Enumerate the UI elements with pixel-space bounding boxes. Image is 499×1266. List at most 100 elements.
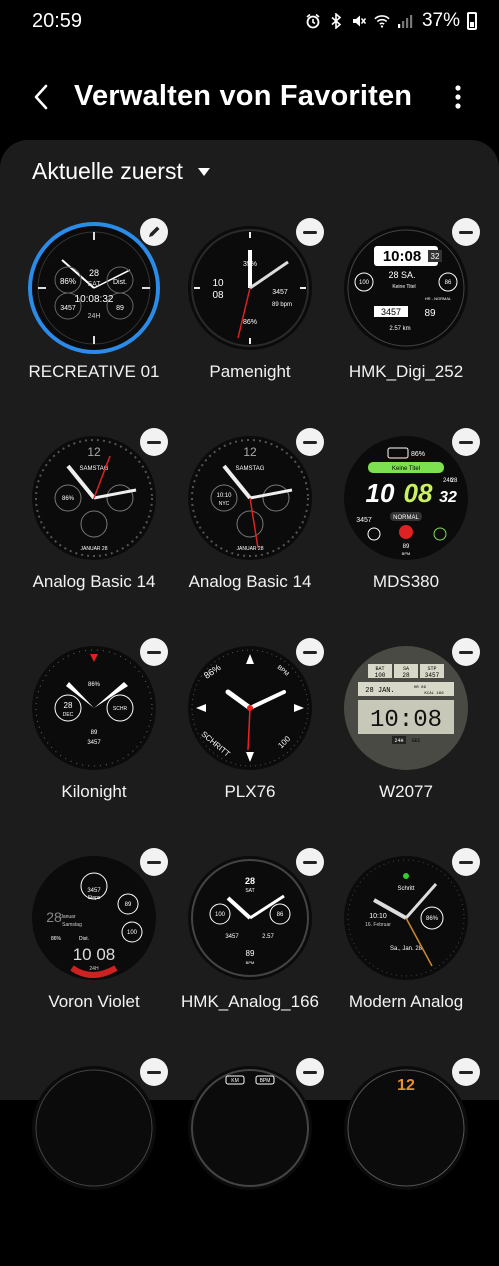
remove-button[interactable]	[452, 638, 480, 666]
face-text: Keine Titel	[392, 284, 415, 290]
remove-button[interactable]	[452, 1058, 480, 1086]
face-text: 28	[451, 478, 458, 484]
face-text: 3457	[425, 672, 440, 679]
minus-icon	[147, 860, 161, 864]
watch-face-name: PLX76	[224, 782, 276, 801]
face-text: 24H	[394, 738, 403, 744]
face-text: 100	[375, 672, 386, 679]
remove-button[interactable]	[140, 638, 168, 666]
more-vertical-icon	[455, 85, 461, 109]
watch-face-preview[interactable]: 12	[344, 1066, 468, 1190]
watch-face-preview[interactable]: 35% 10 08 3457 89 bpm 86%	[188, 226, 312, 350]
minus-icon	[147, 1070, 161, 1074]
watch-face-tile[interactable]: Schritt 10:10 16. Februar 86% Sa., Jan. …	[328, 848, 484, 1056]
watch-face-tile[interactable]: 12 SAMSTAG 10:10 NYC JANUAR 28 Analog Ba…	[172, 428, 328, 636]
minus-icon	[459, 860, 473, 864]
battery-icon	[467, 12, 477, 30]
face-text: 10:08:32	[75, 294, 114, 305]
sort-dropdown[interactable]: Aktuelle zuerst	[32, 158, 211, 185]
watch-face-preview[interactable]: 28 SAT 100 86 3457 2.57 89 BPM	[188, 856, 312, 980]
face-text: Keine Titel	[392, 466, 420, 472]
face-text: 32	[431, 252, 440, 261]
remove-button[interactable]	[452, 428, 480, 456]
face-text: 28 JAN.	[365, 687, 394, 695]
face-text: 2.57 km	[389, 326, 410, 332]
status-bar: 20:59 37%	[0, 0, 499, 44]
remove-button[interactable]	[140, 1058, 168, 1086]
face-text: JANUAR 28	[237, 546, 264, 552]
face-text: 89	[116, 305, 124, 312]
remove-button[interactable]	[140, 848, 168, 876]
face-text: NYC	[219, 501, 230, 507]
watch-face-preview[interactable]: 3457 Steps Januar 28 Samstag 89 86% Dist…	[32, 856, 156, 980]
more-options-button[interactable]	[444, 82, 472, 112]
face-text: HR 89	[414, 686, 427, 690]
face-text: 35%	[243, 261, 257, 268]
watch-face-tile[interactable]: 28 SAT 100 86 3457 2.57 89 BPM HMK_Analo…	[172, 848, 328, 1056]
watch-face-tile[interactable]: 86% Keine Titel 10 08 32 24h 28 3457 NOR…	[328, 428, 484, 636]
watch-face-tile[interactable]: 86% 28 DEC SCHR 89 3457 Kilonight	[16, 638, 172, 846]
face-text: 86%	[60, 277, 76, 286]
face-text: 3457	[272, 289, 288, 296]
watch-face-tile[interactable]: BAT 100 SA 28 STP 3457 28 JAN. HR 89 KCA…	[328, 638, 484, 846]
remove-button[interactable]	[296, 1058, 324, 1086]
face-text: SCHR	[113, 706, 128, 712]
watch-face-tile[interactable]: 12 SAMSTAG 86% JANUAR 28 Analog Basic 14	[16, 428, 172, 636]
face-text: SCHRITT	[199, 729, 231, 758]
face-text: 3457	[381, 307, 401, 317]
face-text: 32	[439, 489, 457, 506]
watch-face-preview[interactable]: KM BPM	[188, 1066, 312, 1190]
face-text: 86%	[426, 916, 439, 922]
face-text: 10:08	[383, 248, 421, 265]
back-button[interactable]	[26, 82, 56, 112]
watch-face-tile[interactable]	[16, 1058, 172, 1266]
watch-face-name: HMK_Digi_252	[348, 362, 464, 381]
face-text: DEC	[63, 712, 74, 718]
remove-button[interactable]	[296, 428, 324, 456]
face-text: 2.57	[262, 934, 274, 940]
face-text: 89	[91, 730, 98, 736]
face-text: KM	[231, 1078, 239, 1084]
watch-face-preview[interactable]	[32, 1066, 156, 1190]
face-text: 10:10	[369, 913, 387, 920]
caret-down-icon	[197, 167, 210, 176]
remove-button[interactable]	[452, 848, 480, 876]
remove-button[interactable]	[296, 848, 324, 876]
watch-face-preview[interactable]: BAT 100 SA 28 STP 3457 28 JAN. HR 89 KCA…	[344, 646, 468, 770]
face-text: Sa., Jan. 28	[390, 946, 423, 952]
minus-icon	[303, 230, 317, 234]
watch-face-preview[interactable]: 12 SAMSTAG 86% JANUAR 28	[32, 436, 156, 560]
watch-face-preview[interactable]: Schritt 10:10 16. Februar 86% Sa., Jan. …	[344, 856, 468, 980]
remove-button[interactable]	[140, 428, 168, 456]
watch-face-tile[interactable]: KM BPM	[172, 1058, 328, 1266]
watch-face-tile[interactable]: 86% 28 SAT Dist. 3457 89 10:08:32 24H RE…	[16, 218, 172, 426]
minus-icon	[459, 1070, 473, 1074]
remove-button[interactable]	[296, 638, 324, 666]
watch-face-preview[interactable]: 86% 28 SAT Dist. 3457 89 10:08:32 24H	[28, 222, 160, 354]
watch-face-name: HMK_Analog_166	[181, 992, 319, 1011]
face-text: 100	[215, 912, 226, 918]
watch-face-preview[interactable]: 86% 28 DEC SCHR 89 3457	[32, 646, 156, 770]
edit-button[interactable]	[140, 218, 168, 246]
face-text: 10:10	[216, 493, 232, 499]
watch-face-preview[interactable]: 12 SAMSTAG 10:10 NYC JANUAR 28	[188, 436, 312, 560]
watch-face-tile[interactable]: 35% 10 08 3457 89 bpm 86% Pamenight	[172, 218, 328, 426]
remove-button[interactable]	[296, 218, 324, 246]
face-text: 86%	[243, 319, 257, 326]
face-text: 24H	[88, 313, 101, 320]
face-text: Januar	[60, 914, 76, 920]
face-text: 86	[277, 912, 284, 918]
watch-face-name: Kilonight	[61, 782, 127, 801]
face-text: 89 bpm	[272, 302, 292, 308]
watch-face-preview[interactable]: 10:08 32 28 SA. Keine Titel 100 86 3457 …	[344, 226, 468, 350]
watch-face-preview[interactable]: 86% BPM SCHRITT 100	[188, 646, 312, 770]
status-icons: 37%	[305, 10, 477, 32]
watch-face-tile[interactable]: 86% BPM SCHRITT 100 PLX76	[172, 638, 328, 846]
watch-face-tile[interactable]: 10:08 32 28 SA. Keine Titel 100 86 3457 …	[328, 218, 484, 426]
watch-face-tile[interactable]: 12	[328, 1058, 484, 1266]
watch-face-tile[interactable]: 3457 Steps Januar 28 Samstag 89 86% Dist…	[16, 848, 172, 1056]
remove-button[interactable]	[452, 218, 480, 246]
watch-face-preview[interactable]: 86% Keine Titel 10 08 32 24h 28 3457 NOR…	[344, 436, 468, 560]
watch-face-name: W2077	[379, 782, 433, 801]
face-text: Samstag	[62, 922, 82, 928]
